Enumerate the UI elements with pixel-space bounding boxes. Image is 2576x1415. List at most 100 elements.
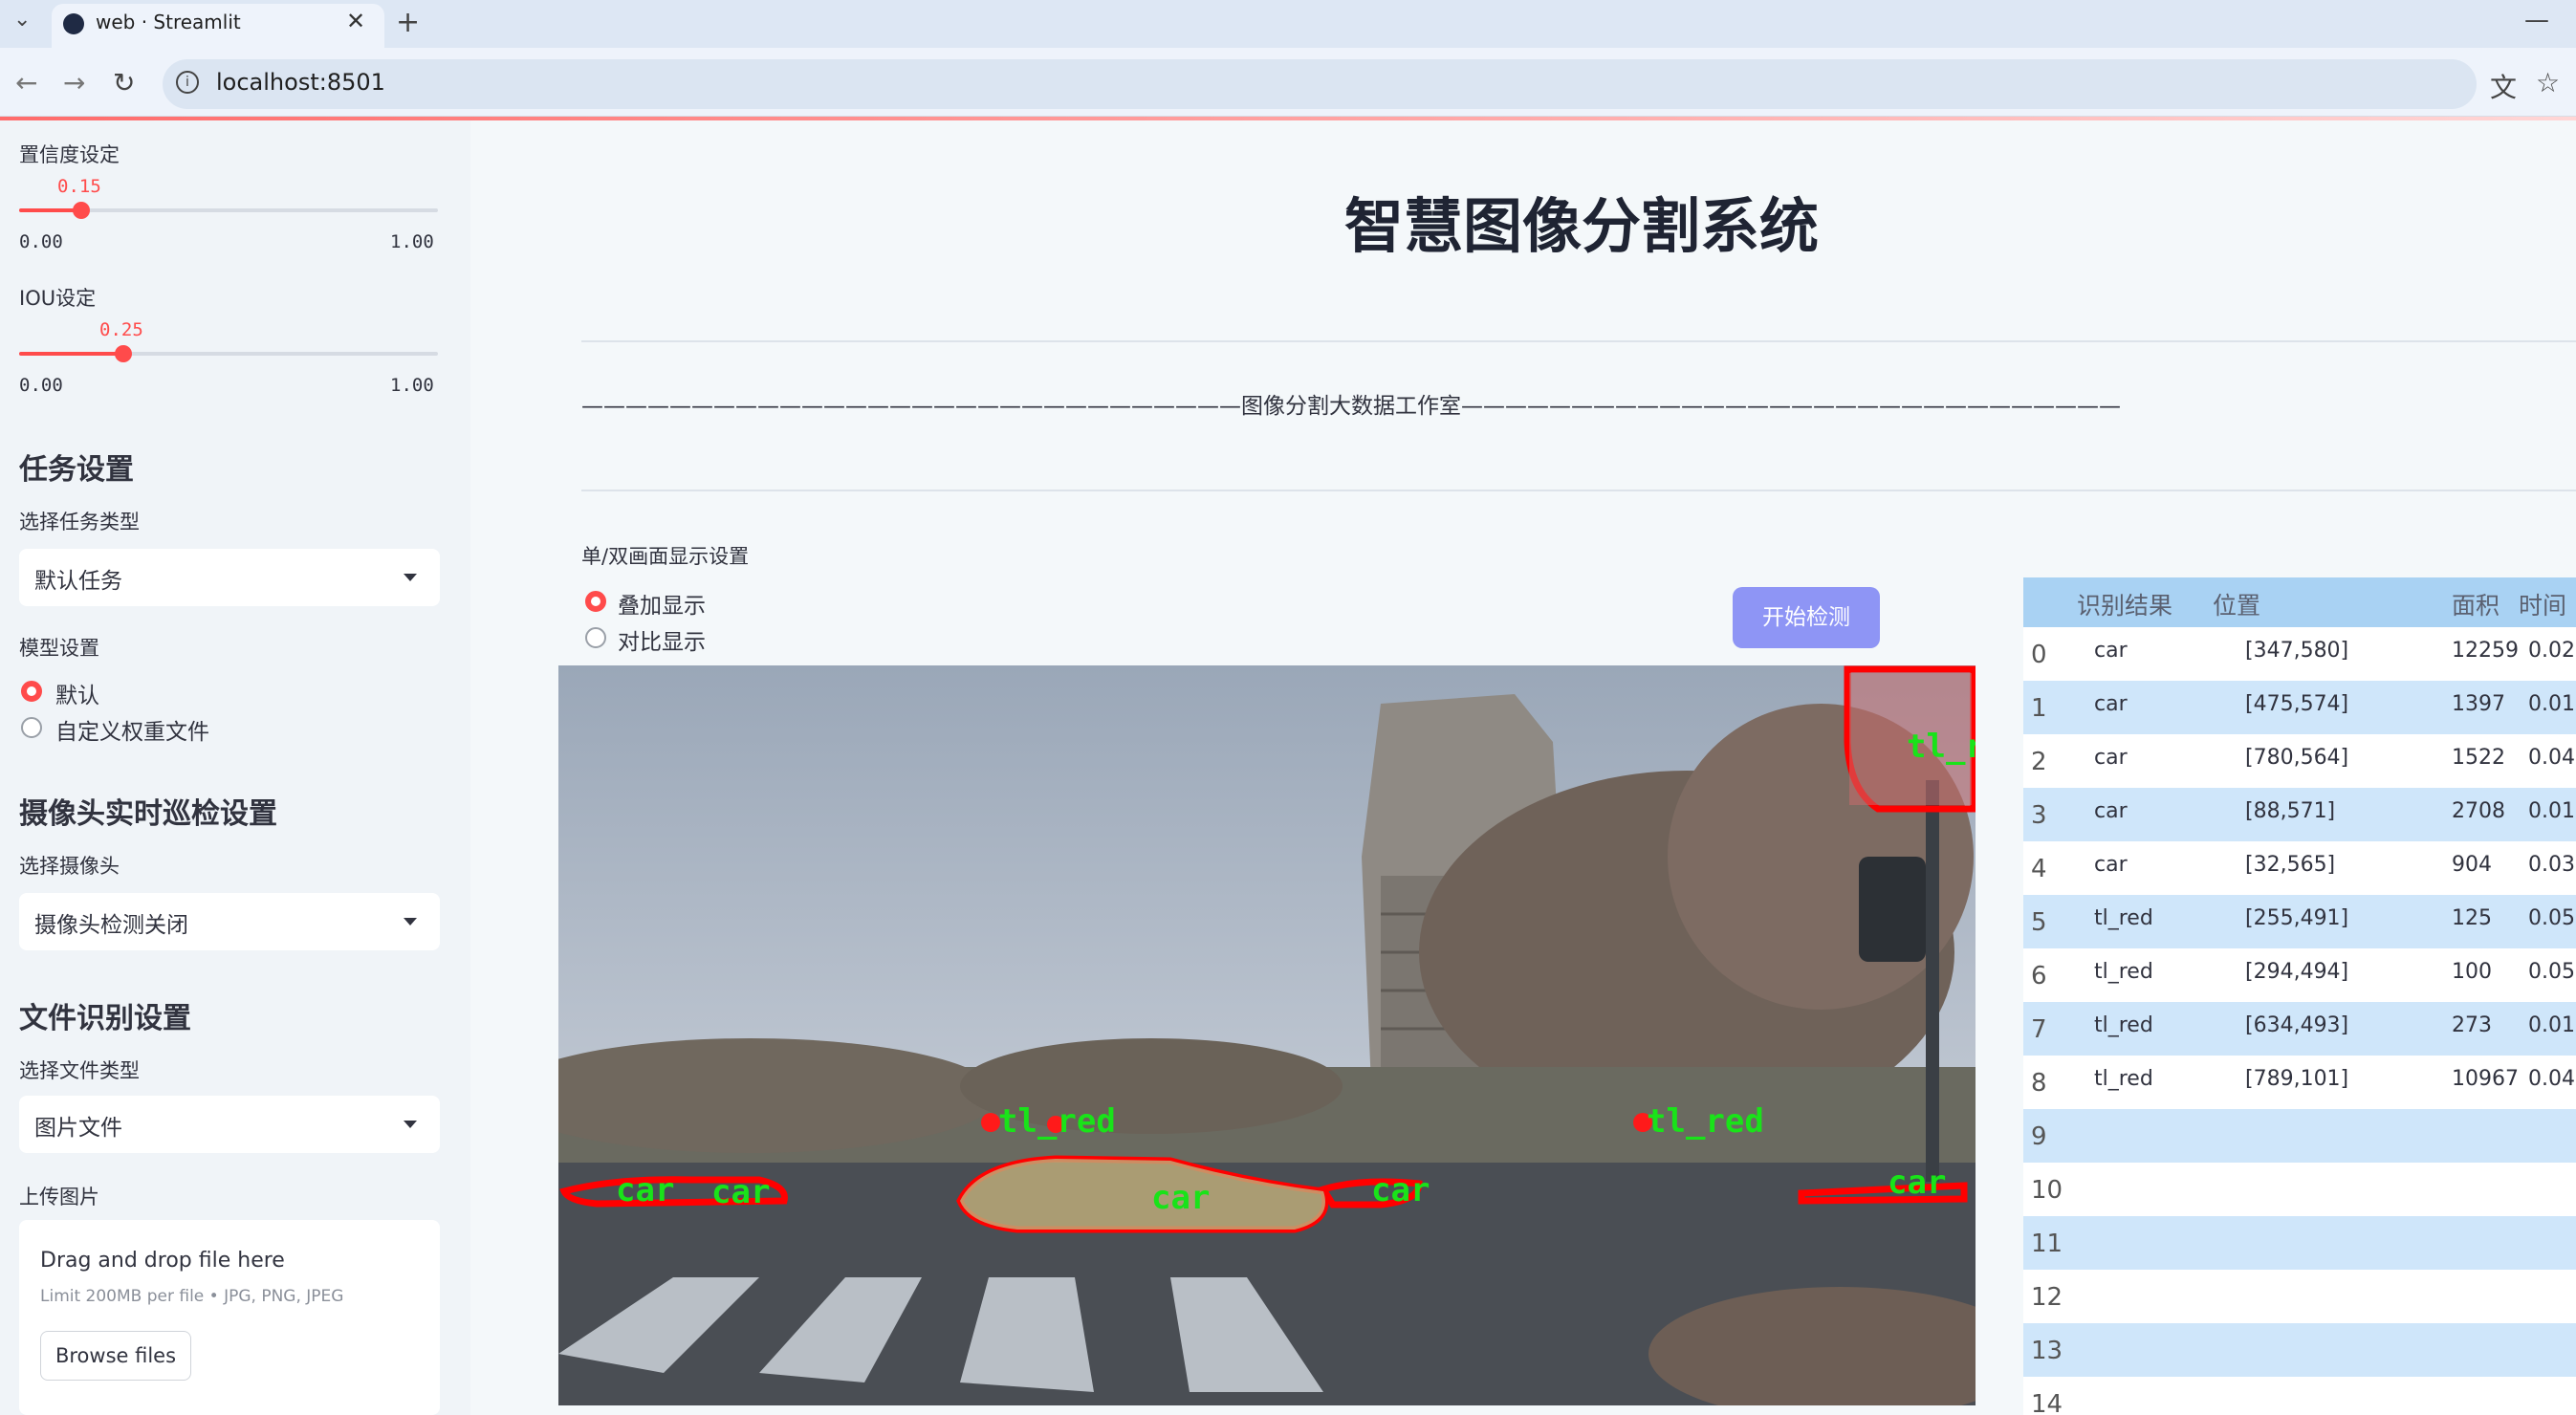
segmentation-result-image: tl_r tl_red tl_red car car car car car: [558, 665, 1976, 1405]
row-index: 14: [2031, 1390, 2063, 1415]
cell-pos: [294,494]: [2245, 960, 2349, 984]
cell-pos: [255,491]: [2245, 906, 2349, 930]
table-row[interactable]: 5 tl_red [255,491] 125 0.05: [2023, 895, 2576, 948]
dropzone-title: Drag and drop file here: [40, 1249, 285, 1273]
site-info-icon[interactable]: i: [176, 71, 199, 94]
row-index: 7: [2031, 1015, 2047, 1044]
row-index: 6: [2031, 962, 2047, 990]
dropzone-hint: Limit 200MB per file • JPG, PNG, JPEG: [40, 1287, 344, 1306]
url-field[interactable]: [163, 59, 2477, 109]
iou-min: 0.00: [19, 375, 63, 396]
translate-icon[interactable]: ⽂: [2490, 67, 2517, 105]
row-index: 8: [2031, 1069, 2047, 1098]
cell-pos: [88,571]: [2245, 799, 2336, 823]
model-option-default-label[interactable]: 默认: [55, 677, 99, 709]
cell-area: 12259: [2452, 639, 2519, 663]
reload-icon[interactable]: ↻: [113, 67, 135, 98]
col-header-label[interactable]: 识别结果: [2077, 587, 2172, 621]
iou-slider-fill: [19, 352, 124, 356]
studio-divider-text: ——————————————————————————————图像分割大数据工作室…: [581, 394, 2121, 419]
table-row[interactable]: 10: [2023, 1163, 2576, 1216]
table-row[interactable]: 8 tl_red [789,101] 10967 0.04: [2023, 1056, 2576, 1109]
cell-area: 273: [2452, 1013, 2492, 1037]
camera-select-value[interactable]: 摄像头检测关闭: [34, 906, 188, 939]
table-row[interactable]: 3 car [88,571] 2708 0.01: [2023, 788, 2576, 841]
back-arrow-icon[interactable]: ←: [15, 67, 37, 98]
table-row[interactable]: 4 car [32,565] 904 0.03: [2023, 841, 2576, 895]
cell-time: 0.04: [2528, 1067, 2575, 1091]
close-tab-icon[interactable]: ✕: [346, 8, 365, 34]
row-index: 9: [2031, 1122, 2047, 1151]
task-type-chevron-icon[interactable]: [404, 574, 417, 581]
table-row[interactable]: 11: [2023, 1216, 2576, 1270]
street-scene-graphic: tl_r tl_red tl_red car car car car car: [558, 665, 1976, 1405]
row-index: 0: [2031, 641, 2047, 669]
model-radio-custom[interactable]: [21, 717, 42, 738]
table-row[interactable]: 0 car [347,580] 12259 0.02: [2023, 627, 2576, 681]
model-radio-default[interactable]: [21, 681, 42, 702]
file-type-label: 选择文件类型: [19, 1059, 140, 1082]
table-row[interactable]: 7 tl_red [634,493] 273 0.01: [2023, 1002, 2576, 1056]
tab-list-chevron-icon[interactable]: ⌄: [13, 8, 31, 32]
cell-label: tl_red: [2094, 1067, 2153, 1091]
cell-label: car: [2094, 639, 2128, 663]
browse-files-button[interactable]: Browse files: [40, 1331, 191, 1381]
table-row[interactable]: 2 car [780,564] 1522 0.04: [2023, 734, 2576, 788]
col-header-time[interactable]: 时间: [2519, 587, 2566, 621]
results-table[interactable]: 识别结果 位置 面积 时间 0 car [347,580] 12259 0.02 1 car…: [2023, 577, 2576, 1415]
cell-area: 2708: [2452, 799, 2505, 823]
start-detection-button[interactable]: 开始检测: [1733, 587, 1880, 648]
forward-arrow-icon[interactable]: →: [63, 67, 85, 98]
display-option-compare-label[interactable]: 对比显示: [618, 623, 706, 656]
url-text[interactable]: localhost:8501: [216, 69, 385, 96]
row-index: 3: [2031, 801, 2047, 830]
new-tab-icon[interactable]: +: [396, 6, 420, 39]
display-radio-overlay[interactable]: [585, 591, 606, 612]
minimize-window-icon[interactable]: —: [2524, 6, 2549, 34]
task-type-value[interactable]: 默认任务: [34, 562, 122, 595]
table-row[interactable]: 6 tl_red [294,494] 100 0.05: [2023, 948, 2576, 1002]
overlay-label-car-edge: car: [1888, 1164, 1946, 1202]
bookmark-star-icon[interactable]: ☆: [2536, 67, 2560, 98]
table-row[interactable]: 14: [2023, 1377, 2576, 1415]
row-index: 12: [2031, 1283, 2063, 1312]
camera-chevron-icon[interactable]: [404, 918, 417, 925]
col-header-position[interactable]: 位置: [2213, 587, 2260, 621]
cell-pos: [475,574]: [2245, 692, 2349, 716]
row-index: 4: [2031, 855, 2047, 883]
cell-label: tl_red: [2094, 960, 2153, 984]
task-type-label: 选择任务类型: [19, 511, 140, 533]
table-row[interactable]: 9: [2023, 1109, 2576, 1163]
overlay-label-car-right: car: [1371, 1171, 1430, 1209]
cell-time: 0.01: [2528, 692, 2575, 716]
display-option-overlay-label[interactable]: 叠加显示: [618, 587, 706, 620]
cell-label: car: [2094, 692, 2128, 716]
iou-value: 0.25: [99, 319, 143, 340]
cell-label: car: [2094, 853, 2128, 877]
model-option-custom-label[interactable]: 自定义权重文件: [55, 713, 209, 746]
cell-time: 0.01: [2528, 799, 2575, 823]
cell-time: 0.01: [2528, 1013, 2575, 1037]
streamlit-favicon-icon: [63, 13, 84, 34]
table-row[interactable]: 12: [2023, 1270, 2576, 1323]
cell-area: 100: [2452, 960, 2492, 984]
cell-area: 125: [2452, 906, 2492, 930]
cell-area: 10967: [2452, 1067, 2519, 1091]
overlay-label-car-center: car: [1151, 1179, 1210, 1217]
browser-tab-bar: [0, 0, 2576, 48]
display-radio-compare[interactable]: [585, 627, 606, 648]
overlay-label-car-left2: car: [711, 1173, 770, 1211]
display-settings-label: 单/双画面显示设置: [581, 545, 750, 568]
iou-slider-thumb[interactable]: [115, 345, 132, 362]
cell-label: car: [2094, 746, 2128, 770]
cell-label: tl_red: [2094, 906, 2153, 930]
file-type-chevron-icon[interactable]: [404, 1121, 417, 1128]
table-row[interactable]: 13: [2023, 1323, 2576, 1377]
camera-select-label: 选择摄像头: [19, 855, 120, 878]
table-row[interactable]: 1 car [475,574] 1397 0.01: [2023, 681, 2576, 734]
top-divider: [581, 340, 2576, 342]
col-header-area[interactable]: 面积: [2452, 587, 2500, 621]
overlay-label-tl-red-left: tl_red: [998, 1102, 1116, 1141]
file-type-value[interactable]: 图片文件: [34, 1109, 122, 1142]
cell-pos: [32,565]: [2245, 853, 2336, 877]
